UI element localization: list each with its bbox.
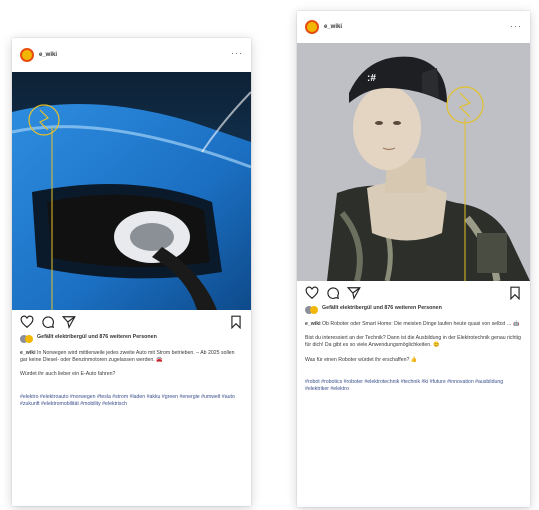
post-caption: e_wiki Ob Roboter oder Smart Home: Die m… [297, 314, 530, 364]
save-icon[interactable] [229, 315, 243, 329]
username[interactable]: e_wiki [39, 52, 57, 58]
caption-username[interactable]: e_wiki [20, 350, 36, 356]
username[interactable]: e_wiki [324, 24, 342, 30]
post-actions [12, 310, 251, 334]
hashtags[interactable]: #elektro #elektroauto #norwegen #tesla #… [12, 386, 251, 408]
post-header: e_wiki ··· [297, 11, 530, 43]
caption-text: Ob Roboter oder Smart Home: Die meisten … [320, 321, 520, 327]
caption-paragraph: Bist du interessiert an der Technik? Dan… [305, 335, 521, 349]
liker-avatars [20, 335, 33, 343]
profile-avatar[interactable] [305, 20, 319, 34]
post-image-ev-charging [12, 72, 251, 310]
post-image-robot: :# [297, 43, 530, 281]
post-header: e_wiki ··· [12, 38, 251, 72]
ev-charging-photo [12, 72, 251, 310]
heart-icon[interactable] [20, 315, 34, 329]
more-icon[interactable]: ··· [231, 48, 243, 58]
comment-icon[interactable] [326, 286, 340, 300]
robot-photo: :# [297, 43, 530, 281]
save-icon[interactable] [508, 286, 522, 300]
share-icon[interactable] [347, 286, 361, 300]
instagram-post-ev: e_wiki ··· Gefällt elektribergül und 876… [12, 38, 251, 506]
post-caption: e_wiki In Norwegen wird mittlerweile jed… [12, 343, 251, 379]
caption-text: In Norwegen wird mittlerweile jedes zwei… [20, 350, 235, 364]
hashtags[interactable]: #robot #robotics #roboter #elektrotechni… [297, 371, 530, 393]
profile-avatar[interactable] [20, 48, 34, 62]
heart-icon[interactable] [305, 286, 319, 300]
likes-row: Gefällt elektribergül und 876 weiteren P… [297, 305, 530, 314]
instagram-post-robot: e_wiki ··· :# Gefällt elektribergül und … [297, 11, 530, 507]
post-actions [297, 281, 530, 305]
likes-count[interactable]: Gefällt elektribergül und 876 weiteren P… [322, 305, 462, 312]
svg-text::#: :# [367, 73, 376, 84]
likes-count[interactable]: Gefällt elektribergül und 876 weiteren P… [37, 334, 177, 341]
caption-question: Würdet ihr auch lieber ein E-Auto fahren… [20, 371, 116, 378]
caption-username[interactable]: e_wiki [305, 321, 321, 327]
likes-row: Gefällt elektribergül und 876 weiteren P… [12, 334, 251, 343]
liker-avatars [305, 306, 318, 314]
caption-question: Was für einen Roboter würdet ihr erschaf… [305, 356, 418, 363]
comment-icon[interactable] [41, 315, 55, 329]
share-icon[interactable] [62, 315, 76, 329]
more-icon[interactable]: ··· [510, 21, 522, 31]
